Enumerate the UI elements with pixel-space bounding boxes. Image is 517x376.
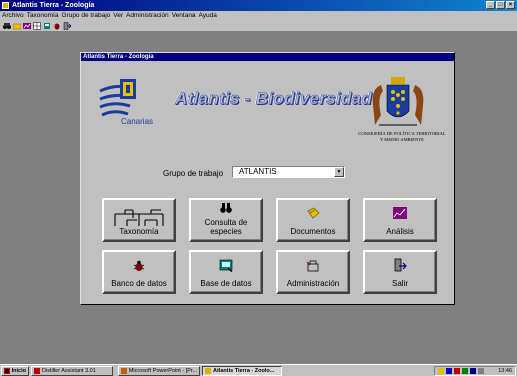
app-icon[interactable]	[2, 2, 9, 9]
folder-icon	[307, 207, 320, 219]
taskbar-item-distiller[interactable]: Distiller Assistant 3.01	[31, 365, 113, 376]
taskbar-item-label: Microsoft PowerPoint - [Pr...	[128, 367, 197, 374]
taxonomia-button[interactable]: Taxonomía	[102, 198, 176, 242]
dropdown-arrow-icon[interactable]: ▼	[334, 167, 344, 177]
toolbox-icon	[306, 260, 319, 272]
exit-icon[interactable]	[63, 22, 71, 30]
menu-ayuda[interactable]: Ayuda	[199, 11, 217, 21]
chart-icon	[393, 207, 407, 219]
dialog-title-bar[interactable]: Atlantis Tierra - Zoología	[81, 53, 454, 61]
dialog-title: Atlantis Tierra - Zoología	[83, 54, 154, 60]
grid-icon[interactable]	[33, 22, 41, 30]
main-menu-dialog: Atlantis Tierra - Zoología Canarias Atla…	[80, 52, 455, 305]
bug-icon[interactable]	[53, 22, 61, 30]
binoculars-icon	[220, 203, 232, 213]
taskbar-item-atlantis[interactable]: Atlantis Tierra - Zoolo...	[202, 365, 282, 376]
taskbar-item-label: Atlantis Tierra - Zoolo...	[213, 367, 275, 374]
documentos-button[interactable]: Documentos	[276, 198, 350, 242]
analisis-button[interactable]: Análisis	[363, 198, 437, 242]
tray-icon[interactable]	[462, 368, 468, 374]
tree-diagram-icon	[114, 209, 164, 226]
menu-taxonomia[interactable]: Taxonomía	[27, 11, 59, 21]
minimize-button[interactable]: _	[486, 1, 495, 9]
powerpoint-icon	[121, 367, 127, 374]
menu-administracion[interactable]: Administración	[126, 11, 169, 21]
consulta-especies-label: Consulta de especies	[204, 218, 248, 236]
salir-label: Salir	[391, 279, 408, 288]
analisis-label: Análisis	[386, 227, 414, 236]
base-datos-label: Base de datos	[200, 279, 252, 288]
taxonomia-label: Taxonomía	[119, 227, 159, 236]
banco-datos-label: Banco de datos	[111, 279, 167, 288]
group-label: Grupo de trabajo	[163, 169, 224, 178]
clock[interactable]: 13:46	[498, 368, 512, 374]
database-icon	[219, 259, 233, 272]
base-datos-button[interactable]: Base de datos	[189, 250, 263, 294]
institution-name: CONSEJERÍA DE POLÍTICA TERRITORIAL Y MED…	[358, 131, 446, 142]
atlantis-icon	[205, 367, 211, 374]
start-button[interactable]: Inicio	[1, 365, 29, 376]
taskbar-item-powerpoint[interactable]: Microsoft PowerPoint - [Pr...	[118, 365, 200, 376]
exit-door-icon	[394, 258, 407, 272]
menu-bar: Archivo Taxonomía Grupo de trabajo Ver A…	[0, 11, 517, 21]
documentos-label: Documentos	[290, 227, 336, 236]
start-label: Inicio	[11, 367, 26, 374]
chart-icon[interactable]	[23, 22, 31, 30]
bug-icon	[133, 260, 145, 271]
consulta-especies-button[interactable]: Consulta de especies	[189, 198, 263, 242]
menu-archivo[interactable]: Archivo	[2, 11, 24, 21]
administracion-label: Administración	[286, 279, 340, 288]
folder-icon[interactable]	[13, 22, 21, 30]
app-heading: Atlantis - Biodiversidad	[175, 89, 373, 109]
app-title-bar[interactable]: Atlantis Tierra - Zoología _ □ ×	[0, 0, 517, 11]
group-select-value: ATLANTIS	[239, 167, 277, 176]
banco-datos-button[interactable]: Banco de datos	[102, 250, 176, 294]
menu-ventana[interactable]: Ventana	[172, 11, 196, 21]
tray-icon[interactable]	[454, 368, 460, 374]
binoculars-icon[interactable]	[3, 22, 11, 30]
tray-icon[interactable]	[446, 368, 452, 374]
menu-ver[interactable]: Ver	[113, 11, 123, 21]
canarias-logo-text: Canarias	[121, 117, 154, 126]
database-icon[interactable]	[43, 22, 51, 30]
menu-grupo-de-trabajo[interactable]: Grupo de trabajo	[61, 11, 110, 21]
window-controls: _ □ ×	[486, 1, 515, 9]
system-tray: 13:46	[434, 366, 516, 376]
close-button[interactable]: ×	[506, 1, 515, 9]
salir-button[interactable]: Salir	[363, 250, 437, 294]
taskbar: Inicio Distiller Assistant 3.01 Microsof…	[0, 364, 517, 376]
toolbar	[0, 21, 517, 32]
administracion-button[interactable]: Administración	[276, 250, 350, 294]
windows-logo-icon	[4, 367, 10, 374]
tray-icon[interactable]	[438, 368, 444, 374]
maximize-button[interactable]: □	[496, 1, 505, 9]
coat-of-arms-icon	[372, 77, 424, 126]
group-select[interactable]: ATLANTIS ▼	[232, 166, 345, 178]
app-title: Atlantis Tierra - Zoología	[12, 2, 95, 9]
tray-icon[interactable]	[478, 368, 484, 374]
taskbar-item-label: Distiller Assistant 3.01	[42, 367, 96, 374]
tray-icon[interactable]	[470, 368, 476, 374]
distiller-icon	[34, 367, 40, 374]
